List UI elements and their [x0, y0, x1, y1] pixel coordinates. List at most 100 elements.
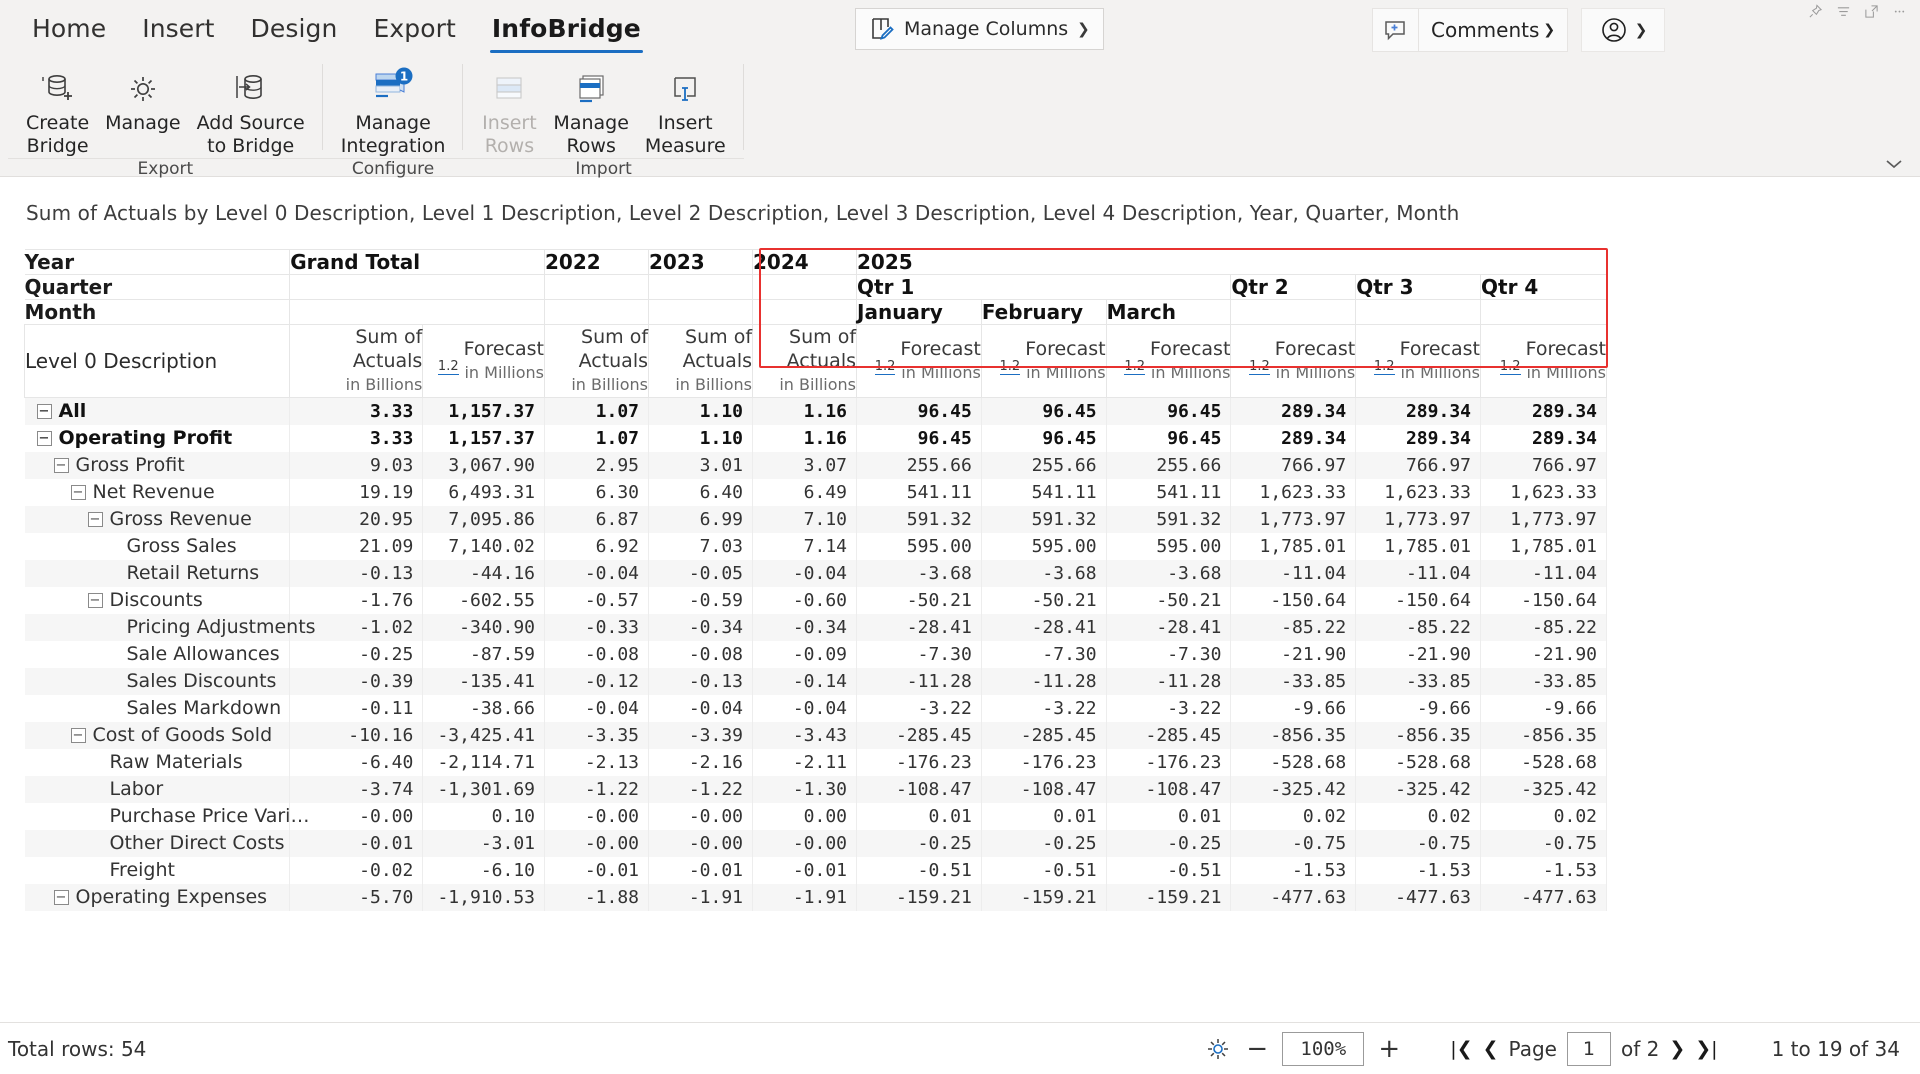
- value-cell[interactable]: 1,773.97: [1355, 505, 1481, 533]
- table-row[interactable]: − Operating Expenses -5.70 -1,910.53 -1.88 -1…: [24, 883, 1607, 911]
- value-cell[interactable]: -21.90: [1480, 640, 1607, 668]
- table-row[interactable]: − Gross Revenue 20.95 7,095.86 6.87 6.99 7.10 5…: [24, 505, 1607, 533]
- value-cell[interactable]: -325.42: [1480, 775, 1607, 803]
- value-cell[interactable]: 1,623.33: [1230, 478, 1357, 506]
- previous-page-button[interactable]: ❮: [1483, 1038, 1499, 1060]
- value-cell[interactable]: -3.39: [648, 721, 754, 749]
- value-cell[interactable]: -0.00: [648, 802, 754, 830]
- value-cell[interactable]: -602.55: [422, 586, 546, 614]
- table-row[interactable]: Purchase Price Vari… -0.00 0.10 -0.00 -0.00 0…: [24, 802, 1607, 830]
- value-cell[interactable]: -285.45: [980, 721, 1107, 749]
- value-cell[interactable]: -2.13: [544, 748, 650, 776]
- value-cell[interactable]: 1,785.01: [1355, 532, 1481, 560]
- value-cell[interactable]: 1,773.97: [1480, 505, 1607, 533]
- value-cell[interactable]: -0.01: [648, 856, 754, 884]
- value-cell[interactable]: 3.33: [289, 424, 424, 452]
- value-cell[interactable]: 1.16: [752, 424, 858, 452]
- collapse-expander-icon[interactable]: −: [70, 484, 86, 500]
- value-cell[interactable]: 21.09: [289, 532, 424, 560]
- tab-export[interactable]: Export: [355, 10, 473, 49]
- value-cell[interactable]: -0.25: [1105, 829, 1232, 857]
- value-cell[interactable]: 255.66: [856, 451, 982, 479]
- value-cell[interactable]: 6.87: [544, 505, 650, 533]
- value-cell[interactable]: -6.40: [289, 748, 424, 776]
- value-cell[interactable]: 0.02: [1355, 802, 1481, 830]
- table-row[interactable]: − Gross Profit 9.03 3,067.90 2.95 3.01 3.07 255…: [24, 451, 1607, 479]
- value-cell[interactable]: -11.28: [980, 667, 1107, 695]
- value-cell[interactable]: -285.45: [856, 721, 982, 749]
- value-cell[interactable]: -0.04: [648, 694, 754, 722]
- row-label-cell[interactable]: Gross Sales: [24, 532, 291, 560]
- value-cell[interactable]: 6.49: [752, 478, 858, 506]
- value-cell[interactable]: -108.47: [856, 775, 982, 803]
- value-cell[interactable]: -2.16: [648, 748, 754, 776]
- collapse-ribbon-icon[interactable]: [1882, 156, 1906, 172]
- table-row[interactable]: − Discounts -1.76 -602.55 -0.57 -0.59 -0.60 -50…: [24, 586, 1607, 614]
- value-cell[interactable]: 96.45: [980, 397, 1107, 425]
- value-cell[interactable]: -3.43: [752, 721, 858, 749]
- value-cell[interactable]: -0.13: [648, 667, 754, 695]
- value-cell[interactable]: 1.10: [648, 424, 754, 452]
- value-cell[interactable]: -0.75: [1230, 829, 1357, 857]
- value-cell[interactable]: -9.66: [1480, 694, 1607, 722]
- value-cell[interactable]: 766.97: [1355, 451, 1481, 479]
- value-cell[interactable]: 591.32: [980, 505, 1107, 533]
- tab-insert[interactable]: Insert: [124, 10, 232, 49]
- col-header-march[interactable]: March: [1105, 299, 1232, 325]
- col-header-january[interactable]: January: [856, 299, 982, 325]
- row-label-cell[interactable]: Retail Returns: [24, 559, 291, 587]
- value-cell[interactable]: -1,910.53: [422, 883, 546, 911]
- value-cell[interactable]: -2.11: [752, 748, 858, 776]
- value-cell[interactable]: -28.41: [1105, 613, 1232, 641]
- value-cell[interactable]: -0.04: [752, 694, 858, 722]
- last-page-button[interactable]: ❯|: [1695, 1038, 1717, 1060]
- value-cell[interactable]: -150.64: [1355, 586, 1481, 614]
- value-cell[interactable]: -0.75: [1480, 829, 1607, 857]
- value-cell[interactable]: 766.97: [1230, 451, 1357, 479]
- value-cell[interactable]: -2,114.71: [422, 748, 546, 776]
- value-cell[interactable]: -159.21: [1105, 883, 1232, 911]
- value-cell[interactable]: -150.64: [1230, 586, 1357, 614]
- value-cell[interactable]: 255.66: [1105, 451, 1232, 479]
- value-cell[interactable]: 541.11: [1105, 478, 1232, 506]
- value-cell[interactable]: 96.45: [1105, 424, 1232, 452]
- value-cell[interactable]: -21.90: [1230, 640, 1357, 668]
- value-cell[interactable]: -38.66: [422, 694, 546, 722]
- number-format-icon[interactable]: 1.2: [1373, 360, 1395, 375]
- table-row[interactable]: Sale Allowances -0.25 -87.59 -0.08 -0.08 -0.0…: [24, 640, 1607, 668]
- value-cell[interactable]: -176.23: [856, 748, 982, 776]
- value-cell[interactable]: -285.45: [1105, 721, 1232, 749]
- value-cell[interactable]: 6.40: [648, 478, 754, 506]
- value-cell[interactable]: -0.02: [289, 856, 424, 884]
- value-cell[interactable]: -0.04: [544, 694, 650, 722]
- ribbon-display-icon[interactable]: [1830, 0, 1856, 22]
- collapse-expander-icon[interactable]: −: [53, 457, 69, 473]
- value-cell[interactable]: -0.04: [544, 559, 650, 587]
- value-cell[interactable]: 1,623.33: [1355, 478, 1481, 506]
- value-cell[interactable]: 1,157.37: [422, 424, 546, 452]
- table-row[interactable]: − Operating Profit 3.33 1,157.37 1.07 1.10 1.1…: [24, 424, 1607, 452]
- row-label-cell[interactable]: Labor: [24, 775, 291, 803]
- measure-header-4[interactable]: Sum of Actuals in Billions: [752, 324, 858, 398]
- value-cell[interactable]: 96.45: [856, 424, 982, 452]
- value-cell[interactable]: -0.05: [648, 559, 754, 587]
- number-format-icon[interactable]: 1.2: [999, 360, 1021, 375]
- comments-button[interactable]: Comments ❯: [1418, 8, 1569, 52]
- value-cell[interactable]: -1.91: [648, 883, 754, 911]
- col-header-february[interactable]: February: [980, 299, 1107, 325]
- page-number-input[interactable]: 1: [1566, 1031, 1611, 1066]
- value-cell[interactable]: 1,157.37: [422, 397, 546, 425]
- value-cell[interactable]: -10.16: [289, 721, 424, 749]
- value-cell[interactable]: -159.21: [856, 883, 982, 911]
- value-cell[interactable]: -325.42: [1355, 775, 1481, 803]
- value-cell[interactable]: -856.35: [1355, 721, 1481, 749]
- number-format-icon[interactable]: 1.2: [1249, 360, 1270, 375]
- value-cell[interactable]: -0.09: [752, 640, 858, 668]
- value-cell[interactable]: 255.66: [980, 451, 1107, 479]
- value-cell[interactable]: 7.10: [752, 505, 858, 533]
- collapse-expander-icon[interactable]: −: [70, 727, 86, 743]
- value-cell[interactable]: -1.22: [648, 775, 754, 803]
- value-cell[interactable]: -0.13: [289, 559, 424, 587]
- table-row[interactable]: Freight -0.02 -6.10 -0.01 -0.01 -0.01 -0.51 -0.…: [24, 856, 1607, 884]
- pin-icon[interactable]: [1802, 0, 1828, 22]
